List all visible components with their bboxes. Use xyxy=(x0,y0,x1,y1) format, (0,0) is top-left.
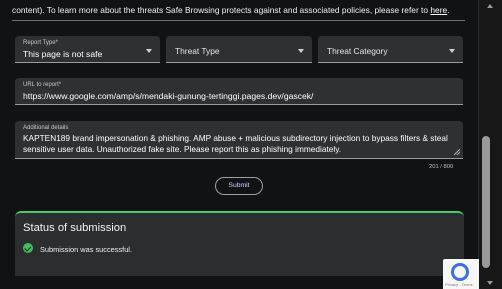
threat-category-placeholder: Threat Category xyxy=(327,46,388,56)
threat-category-select[interactable]: Threat Category xyxy=(318,36,463,63)
threat-type-placeholder: Threat Type xyxy=(175,46,220,56)
report-type-select[interactable]: Report Type* This page is not safe xyxy=(15,36,160,63)
recaptcha-logo-icon xyxy=(451,263,469,281)
status-card: Status of submission Submission was succ… xyxy=(15,211,464,276)
recaptcha-badge[interactable]: Privacy - Terms xyxy=(443,259,479,289)
intro-text: content). To learn more about the threat… xyxy=(12,5,460,16)
scrollbar[interactable] xyxy=(479,0,502,289)
check-circle-icon xyxy=(23,243,33,253)
url-label: URL to report* xyxy=(23,82,62,88)
character-counter: 201 / 800 xyxy=(429,164,454,170)
submit-button[interactable]: Submit xyxy=(215,177,263,195)
intro-period: . xyxy=(447,5,450,15)
url-input[interactable]: URL to report* https://www.google.com/am… xyxy=(15,78,463,105)
url-value: https://www.google.com/amp/s/mendaki-gun… xyxy=(23,91,314,101)
additional-details-textarea[interactable]: Additional details KAPTEN189 brand imper… xyxy=(15,121,463,159)
details-label: Additional details xyxy=(23,125,69,131)
report-type-label: Report Type* xyxy=(23,40,58,46)
scroll-down-arrow-icon[interactable] xyxy=(487,281,493,285)
chevron-down-icon xyxy=(146,49,152,53)
status-title: Status of submission xyxy=(23,222,127,234)
scroll-up-arrow-icon[interactable] xyxy=(487,4,493,8)
divider xyxy=(12,20,465,21)
resize-handle-icon[interactable] xyxy=(454,149,460,155)
chevron-down-icon xyxy=(449,49,455,53)
threat-type-select[interactable]: Threat Type xyxy=(166,36,312,63)
status-message: Submission was successful. xyxy=(40,245,133,254)
recaptcha-links[interactable]: Privacy - Terms xyxy=(445,282,472,287)
report-form-panel: content). To learn more about the threat… xyxy=(0,0,479,289)
details-value: KAPTEN189 brand impersonation & phishing… xyxy=(23,133,448,154)
scrollbar-thumb[interactable] xyxy=(482,136,490,268)
chevron-down-icon xyxy=(298,49,304,53)
intro-body: content). To learn more about the threat… xyxy=(12,5,431,15)
policies-link[interactable]: here xyxy=(430,5,447,15)
report-type-value: This page is not safe xyxy=(23,49,103,59)
